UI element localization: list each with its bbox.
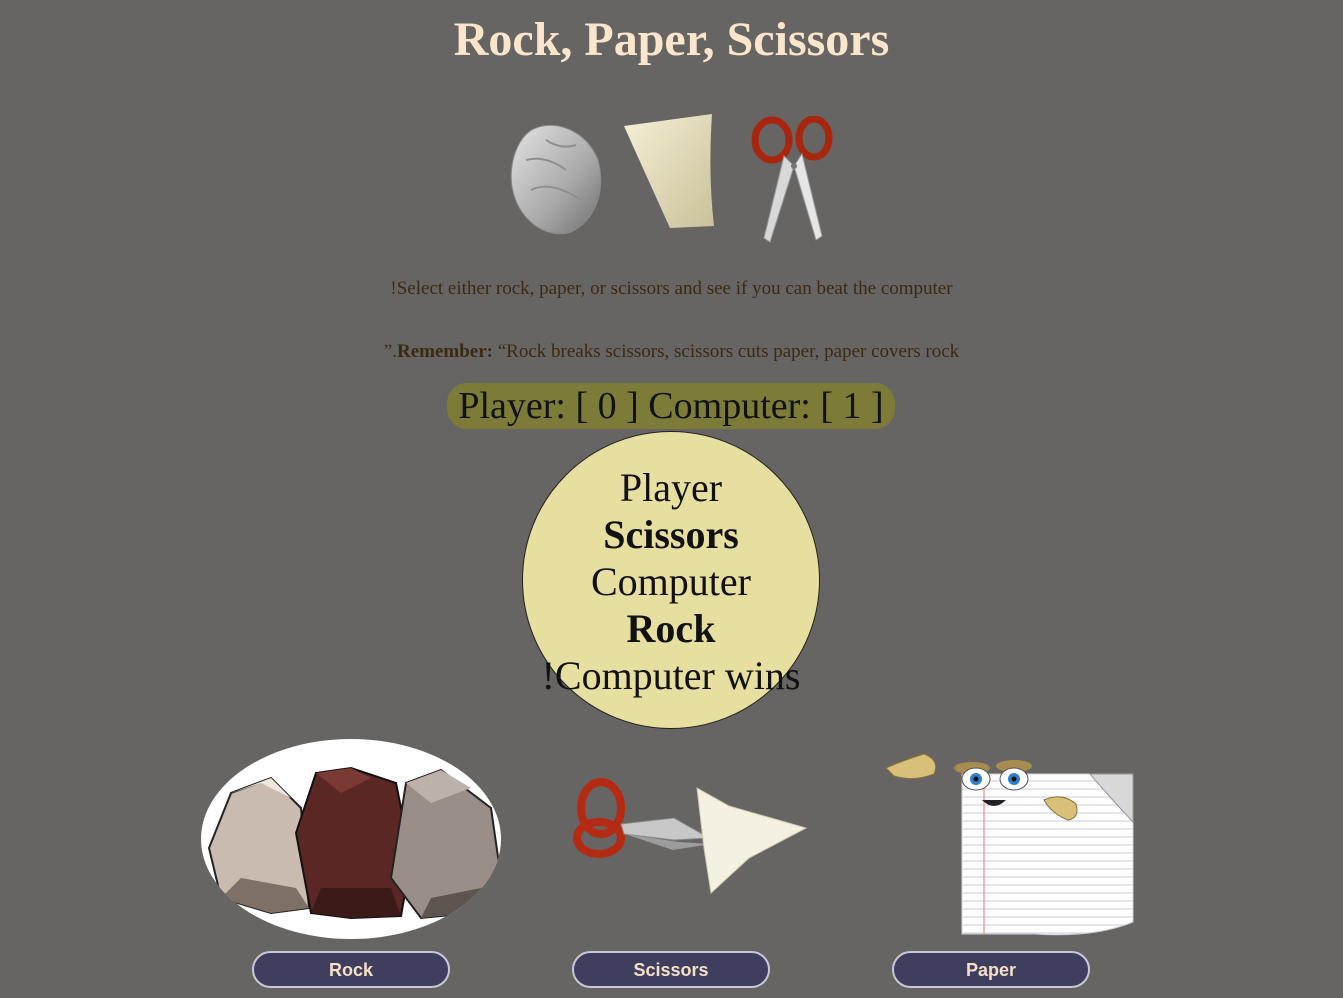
instruction-text: !Select either rock, paper, or scissors …: [390, 278, 953, 299]
remember-text: ”.Remember: “Rock breaks scissors, sciss…: [0, 340, 1343, 364]
rock-pile-icon: [201, 739, 501, 939]
player-label: Player: [619, 465, 723, 510]
paper-character-icon: [885, 753, 1134, 936]
remember-prefix: ”.: [383, 341, 397, 362]
paper-choice-image[interactable]: [884, 742, 1204, 942]
rock-choice-image[interactable]: [201, 738, 521, 939]
page-title: Rock, Paper, Scissors: [453, 13, 890, 66]
hero-images: [500, 110, 840, 250]
result-panel: Player Scissors Computer Rock !Computer …: [522, 431, 820, 729]
paper-button[interactable]: Paper: [892, 951, 1090, 988]
player-choice: Scissors: [603, 512, 739, 557]
rock-icon: [510, 124, 602, 235]
remember-label: Remember:: [396, 341, 493, 362]
scissors-choice-image[interactable]: [569, 738, 889, 938]
scissors-icon: [751, 116, 833, 243]
computer-choice: Rock: [626, 606, 716, 651]
remember-rule: “Rock breaks scissors, scissors cuts pap…: [493, 341, 960, 362]
outcome-text: !Computer wins: [541, 653, 801, 698]
scissors-button[interactable]: Scissors: [572, 951, 770, 988]
paper-icon: [624, 114, 714, 228]
scoreboard: Player: [ 0 ] Computer: [ 1 ]: [447, 383, 895, 429]
scissors-cutting-paper-icon: [573, 778, 808, 895]
rock-button[interactable]: Rock: [252, 951, 450, 988]
computer-label: Computer: [591, 559, 751, 604]
